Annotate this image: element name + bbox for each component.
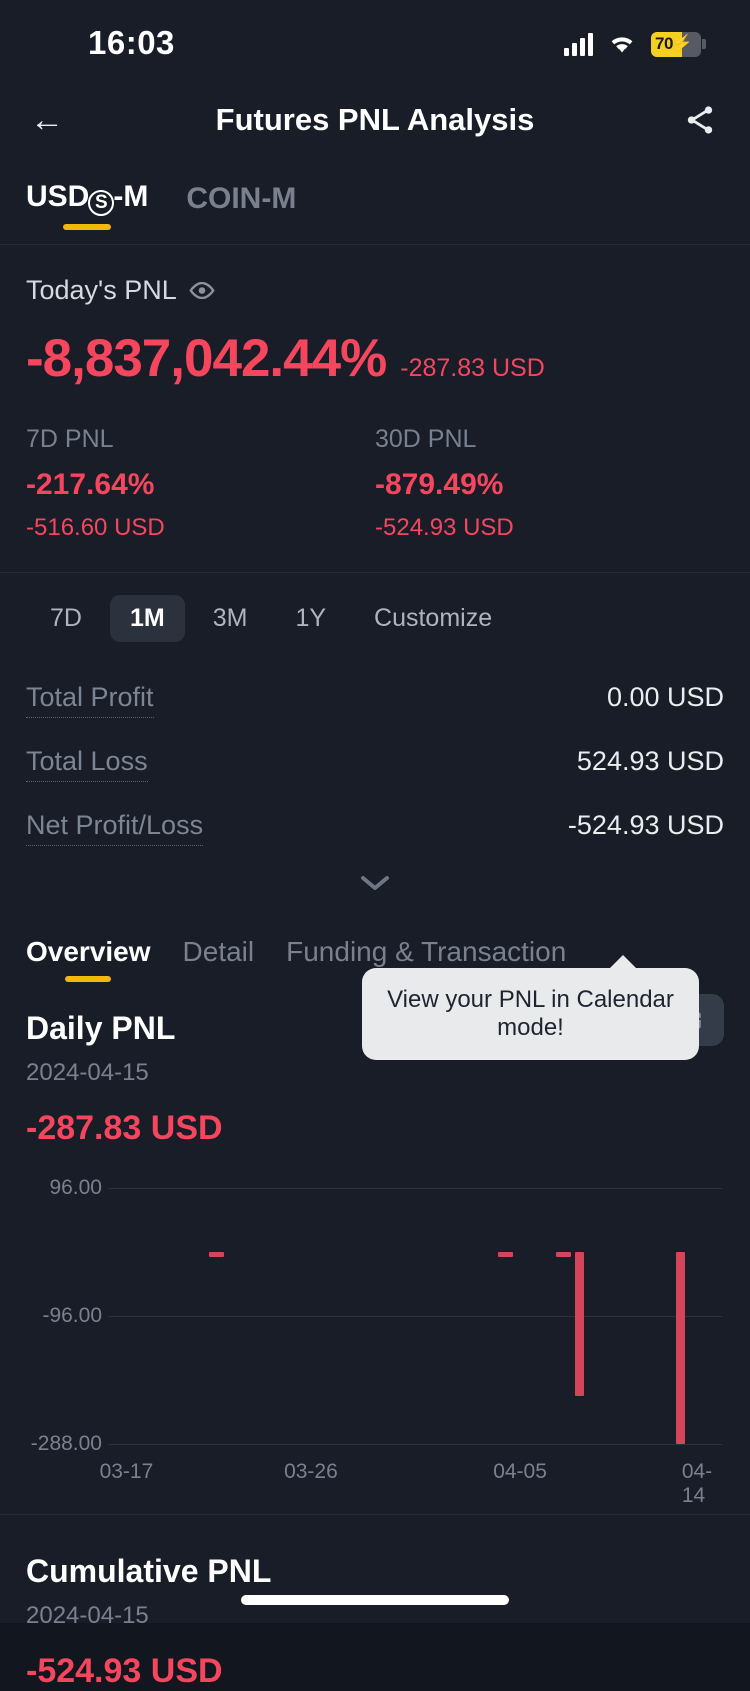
calendar-mode-tooltip[interactable]: View your PNL in Calendar mode! bbox=[362, 955, 699, 1060]
net-profit-loss-label[interactable]: Net Profit/Loss bbox=[26, 810, 204, 846]
pnl-7d-title: 7D PNL bbox=[26, 425, 114, 453]
battery-percent-label: 70 bbox=[655, 34, 673, 53]
chart-y-axis-label: -96.00 bbox=[42, 1304, 102, 1327]
chart-x-axis-label: 03-17 bbox=[99, 1460, 154, 1483]
status-bar-indicators: 70 ⚡ bbox=[564, 31, 706, 57]
total-profit-label[interactable]: Total Profit bbox=[26, 682, 154, 718]
summary-row-total-profit: Total Profit 0.00 USD bbox=[26, 668, 724, 732]
daily-pnl-date: 2024-04-15 bbox=[26, 1059, 149, 1086]
home-indicator bbox=[241, 1595, 509, 1605]
chart-x-axis-label: 03-26 bbox=[284, 1460, 338, 1483]
tab-usds-m[interactable]: USD S -M bbox=[26, 180, 148, 222]
todays-pnl-label: Today's PNL bbox=[26, 275, 177, 305]
range-filter-customize[interactable]: Customize bbox=[354, 595, 512, 642]
range-filter-7d[interactable]: 7D bbox=[30, 595, 102, 642]
tab-detail[interactable]: Detail bbox=[183, 936, 255, 976]
range-filter-3m[interactable]: 3M bbox=[193, 595, 268, 642]
chart-bar[interactable] bbox=[574, 1252, 584, 1396]
back-arrow-icon[interactable]: ← bbox=[30, 103, 74, 137]
status-bar: 16:03 70 ⚡ bbox=[0, 0, 750, 78]
usds-circle-s: S bbox=[88, 190, 115, 216]
cellular-signal-icon bbox=[564, 32, 593, 56]
range-filter-1y[interactable]: 1Y bbox=[275, 595, 346, 642]
net-profit-loss-value: -524.93 USD bbox=[567, 810, 724, 840]
wifi-icon bbox=[607, 33, 637, 55]
total-loss-value: 524.93 USD bbox=[576, 746, 724, 776]
pnl-7d-usd: -516.60 USD bbox=[26, 514, 165, 541]
cumulative-pnl-amount: -524.93 USD bbox=[26, 1652, 223, 1690]
pnl-30d-column: 30D PNL -879.49% -524.93 USD bbox=[375, 425, 724, 542]
chart-x-axis-label: 04-05 bbox=[493, 1460, 547, 1483]
todays-pnl-values: -8,837,042.44% -287.83 USD bbox=[26, 328, 724, 389]
tab-usds-m-prefix: USD bbox=[26, 180, 90, 213]
app-screen: 16:03 70 ⚡ ← Futures PNL Analysis USD S … bbox=[0, 0, 750, 1690]
todays-pnl-section: Today's PNL -8,837,042.44% -287.83 USD 7… bbox=[0, 245, 750, 568]
chart-bar[interactable] bbox=[497, 1252, 513, 1257]
cumulative-pnl-date: 2024-04-15 bbox=[26, 1602, 149, 1629]
share-icon[interactable] bbox=[680, 100, 720, 140]
content-tabs: Overview Detail Funding & Transaction bbox=[0, 902, 750, 976]
cumulative-pnl-title: Cumulative PNL bbox=[26, 1553, 272, 1589]
todays-pnl-percent: -8,837,042.44% bbox=[26, 329, 387, 388]
daily-pnl-chart[interactable]: 96.00 -96.00 -288.00 03-17 03-26 04-05 04-14 bbox=[0, 1166, 750, 1507]
pnl-30d-title: 30D PNL bbox=[375, 425, 477, 453]
chart-y-axis-label: -288.00 bbox=[30, 1432, 102, 1455]
todays-pnl-usd: -287.83 USD bbox=[400, 354, 545, 382]
daily-pnl-amount: -287.83 USD bbox=[26, 1109, 223, 1147]
tab-overview[interactable]: Overview bbox=[26, 936, 151, 976]
expand-summary-button[interactable] bbox=[26, 860, 724, 902]
summary-row-net-profit-loss: Net Profit/Loss -524.93 USD bbox=[26, 796, 724, 860]
range-filter-group: 7D 1M 3M 1Y Customize bbox=[0, 573, 750, 656]
summary-table: Total Profit 0.00 USD Total Loss 524.93 … bbox=[0, 656, 750, 902]
status-bar-time: 16:03 bbox=[88, 24, 175, 61]
chart-y-axis-label: 96.00 bbox=[49, 1176, 102, 1199]
pnl-7d-column: 7D PNL -217.64% -516.60 USD bbox=[26, 425, 375, 542]
market-tabs: USD S -M COIN-M bbox=[0, 162, 750, 222]
battery-charging-icon: 70 ⚡ bbox=[651, 31, 706, 57]
chart-bar[interactable] bbox=[675, 1252, 685, 1444]
summary-row-total-loss: Total Loss 524.93 USD bbox=[26, 732, 724, 796]
tab-usds-m-suffix: -M bbox=[113, 180, 149, 213]
pnl-7d-percent: -217.64% bbox=[26, 468, 155, 501]
page-title: Futures PNL Analysis bbox=[215, 102, 535, 137]
chart-bar[interactable] bbox=[556, 1252, 572, 1257]
pnl-30d-usd: -524.93 USD bbox=[375, 514, 514, 541]
pnl-30d-percent: -879.49% bbox=[375, 468, 504, 501]
chart-x-axis-label: 04-14 bbox=[681, 1460, 713, 1507]
eye-icon[interactable] bbox=[189, 282, 215, 300]
tab-coin-m[interactable]: COIN-M bbox=[186, 182, 296, 222]
chart-bars bbox=[108, 1166, 722, 1466]
range-filter-1m[interactable]: 1M bbox=[109, 595, 185, 642]
navigation-bar: ← Futures PNL Analysis bbox=[0, 78, 750, 162]
total-loss-label[interactable]: Total Loss bbox=[26, 746, 148, 782]
pnl-period-columns: 7D PNL -217.64% -516.60 USD 30D PNL -879… bbox=[26, 425, 724, 542]
total-profit-value: 0.00 USD bbox=[606, 682, 724, 712]
chart-bar[interactable] bbox=[209, 1252, 225, 1257]
chevron-down-icon bbox=[361, 876, 389, 890]
todays-pnl-header: Today's PNL bbox=[26, 275, 724, 306]
